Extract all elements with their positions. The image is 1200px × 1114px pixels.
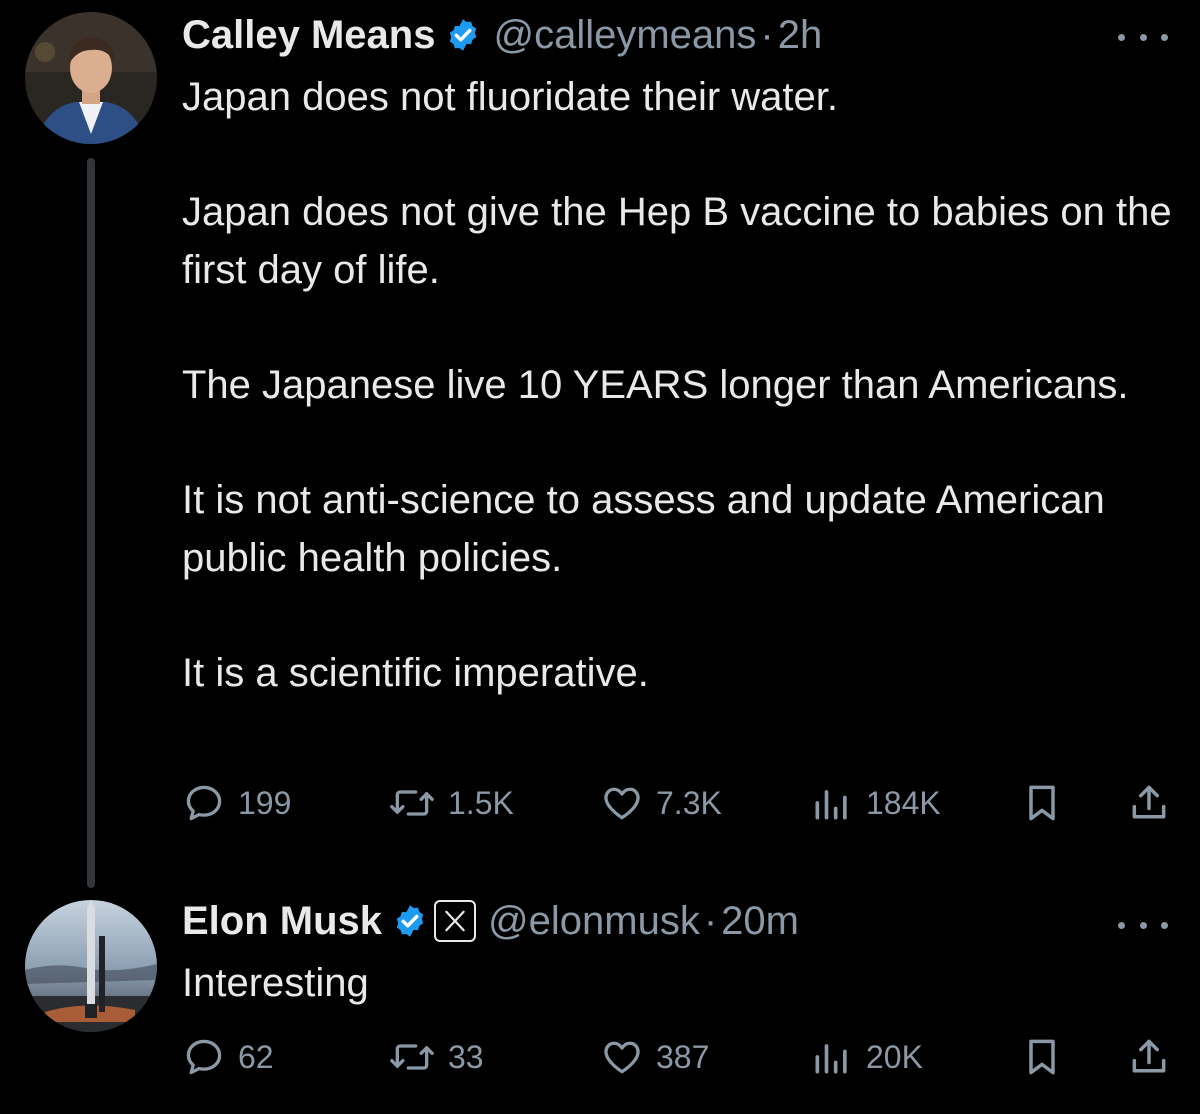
handle[interactable]: @elonmusk (488, 899, 700, 944)
tweet-paragraph: It is not anti-science to assess and upd… (182, 478, 1105, 580)
tweet-text: Japan does not fluoridate their water. J… (182, 68, 1182, 702)
action-bar: 62 33 387 20K (182, 1032, 1172, 1082)
handle[interactable]: @calleymeans (493, 13, 756, 58)
repost-button[interactable]: 33 (388, 1032, 484, 1082)
avatar-calley-means[interactable] (25, 12, 157, 144)
reply-count: 199 (238, 784, 292, 821)
timestamp[interactable]: 2h (778, 13, 823, 58)
tweet-paragraph: It is a scientific imperative. (182, 651, 649, 695)
thread-connector-line (87, 158, 95, 888)
ellipsis-icon (1118, 921, 1125, 929)
speech-bubble-icon (186, 1039, 222, 1075)
repost-count: 1.5K (448, 784, 514, 821)
tweet-paragraph: Japan does not fluoridate their water. (182, 75, 838, 119)
bookmark-icon (1029, 1039, 1055, 1075)
tweet-paragraph: Interesting (182, 961, 369, 1005)
tweet-calley-means[interactable]: Calley Means @calleymeans · 2h Japan doe… (0, 0, 1200, 888)
share-upload-icon (1132, 1039, 1166, 1073)
more-options-button[interactable] (1118, 910, 1168, 940)
display-name[interactable]: Calley Means (182, 13, 435, 58)
tweet-paragraph: The Japanese live 10 YEARS longer than A… (182, 363, 1129, 407)
repost-count: 33 (448, 1038, 484, 1075)
separator-dot: · (703, 898, 718, 943)
tweet-paragraph: Japan does not give the Hep B vaccine to… (182, 190, 1172, 292)
speech-bubble-icon (186, 785, 222, 821)
share-upload-icon (1132, 785, 1166, 819)
repost-arrows-icon (390, 790, 434, 816)
views-count: 20K (866, 1038, 923, 1075)
like-count: 7.3K (656, 784, 722, 821)
reply-count: 62 (238, 1038, 274, 1075)
verified-badge-icon[interactable] (445, 17, 481, 53)
views-count: 184K (866, 784, 941, 821)
bar-chart-icon (815, 1044, 847, 1074)
verified-badge-icon[interactable] (392, 903, 428, 939)
reply-button[interactable]: 62 (182, 1032, 274, 1082)
bar-chart-icon (815, 790, 847, 820)
tweet-elon-musk[interactable]: Elon Musk @elonmusk · 20m Interesting 62… (0, 880, 1200, 1114)
views-button[interactable]: 184K (810, 778, 941, 828)
heart-icon (604, 787, 640, 820)
repost-button[interactable]: 1.5K (388, 778, 514, 828)
bookmark-icon (1029, 785, 1055, 821)
share-button[interactable] (1127, 1032, 1171, 1082)
heart-icon (604, 1041, 640, 1074)
action-bar: 199 1.5K 7.3K 184K (182, 778, 1172, 828)
ellipsis-icon (1118, 33, 1125, 41)
display-name[interactable]: Elon Musk (182, 899, 382, 944)
bookmark-button[interactable] (1020, 778, 1064, 828)
repost-arrows-icon (390, 1044, 434, 1070)
tweet-text: Interesting (182, 954, 1182, 1012)
like-button[interactable]: 387 (600, 1032, 709, 1082)
tweet-header: Calley Means @calleymeans · 2h (182, 10, 822, 60)
like-button[interactable]: 7.3K (600, 778, 722, 828)
bookmark-button[interactable] (1020, 1032, 1064, 1082)
more-options-button[interactable] (1118, 22, 1168, 52)
tweet-header: Elon Musk @elonmusk · 20m (182, 896, 799, 946)
views-button[interactable]: 20K (810, 1032, 923, 1082)
avatar-elon-musk[interactable] (25, 900, 157, 1032)
share-button[interactable] (1127, 778, 1171, 828)
x-logo-icon[interactable] (434, 900, 477, 942)
timestamp[interactable]: 20m (721, 899, 799, 944)
reply-button[interactable]: 199 (182, 778, 291, 828)
separator-dot: · (760, 12, 774, 57)
like-count: 387 (656, 1038, 710, 1075)
